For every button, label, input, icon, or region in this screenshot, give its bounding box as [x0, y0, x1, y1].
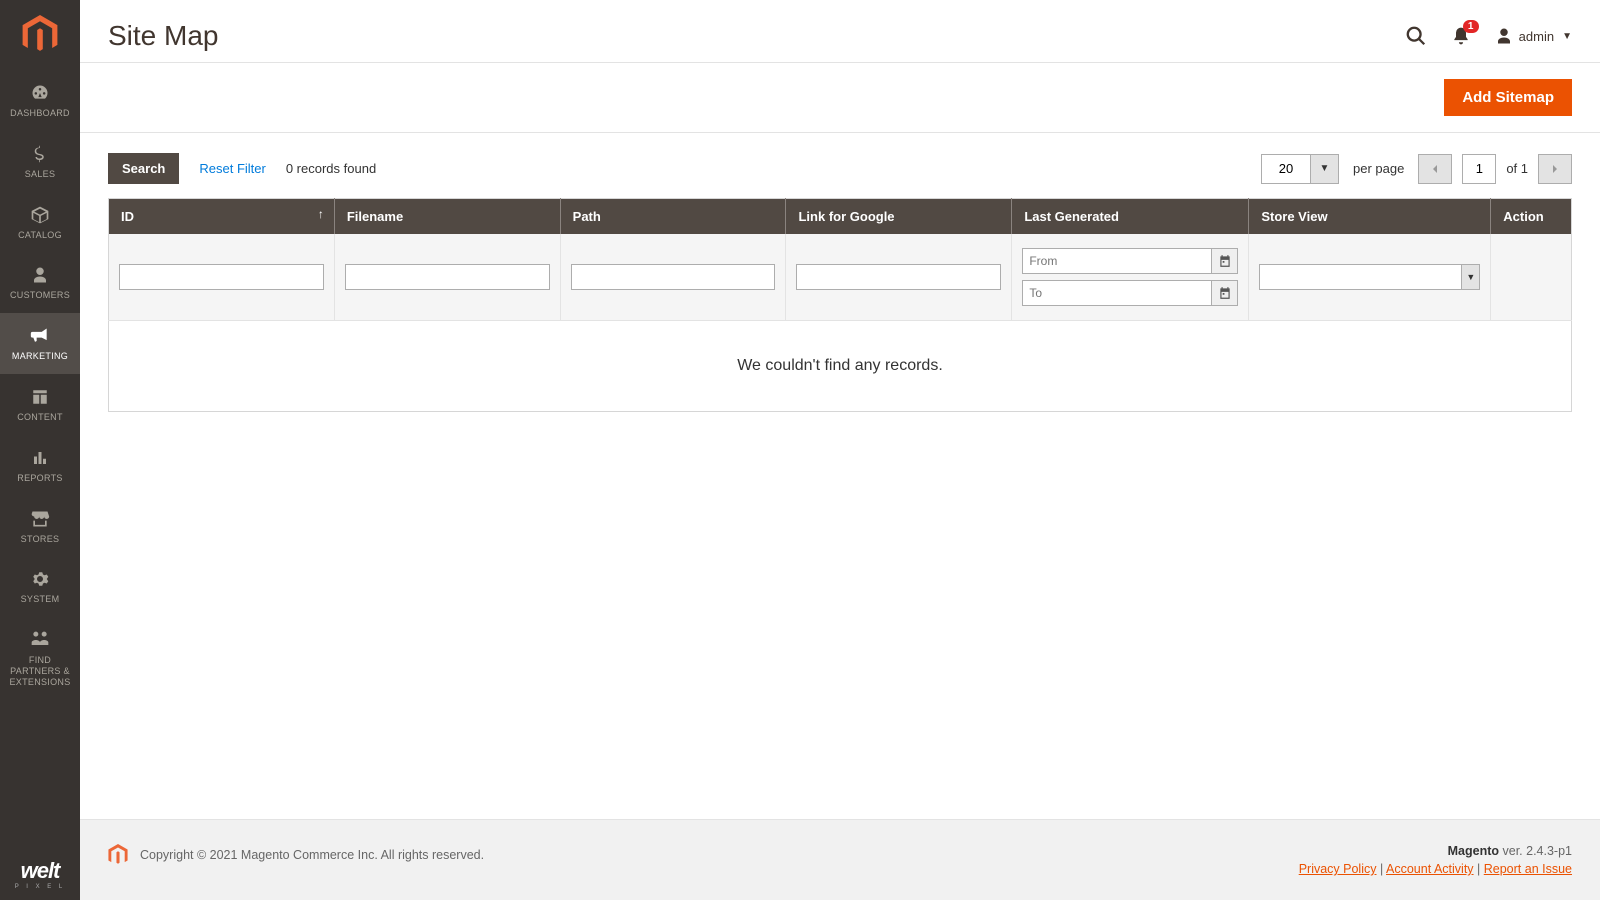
notifications-button[interactable]: 1 — [1451, 26, 1471, 46]
nav-label: Content — [17, 412, 63, 423]
filter-date-from[interactable] — [1022, 248, 1212, 274]
col-id[interactable]: ID↑ — [109, 199, 335, 235]
add-sitemap-button[interactable]: Add Sitemap — [1444, 79, 1572, 116]
nav-customers[interactable]: Customers — [0, 252, 80, 313]
per-page-selector: ▼ — [1261, 154, 1339, 184]
copyright-text: Copyright © 2021 Magento Commerce Inc. A… — [140, 848, 484, 862]
reset-filter-link[interactable]: Reset Filter — [199, 161, 265, 176]
report-link[interactable]: Report an Issue — [1484, 862, 1572, 876]
per-page-input[interactable] — [1262, 155, 1310, 183]
nav-system[interactable]: System — [0, 556, 80, 617]
dollar-icon — [31, 143, 49, 165]
nav-reports[interactable]: Reports — [0, 435, 80, 496]
pager: of 1 — [1418, 154, 1572, 184]
user-menu[interactable]: admin ▼ — [1495, 27, 1572, 45]
empty-message: We couldn't find any records. — [109, 321, 1572, 412]
filter-row: ▼ — [109, 234, 1572, 321]
col-action: Action — [1491, 199, 1572, 235]
partners-icon — [30, 629, 50, 651]
prev-page-button[interactable] — [1418, 154, 1452, 184]
search-icon[interactable] — [1405, 25, 1427, 47]
megaphone-icon — [30, 325, 50, 347]
nav-stores[interactable]: Stores — [0, 496, 80, 557]
nav-sales[interactable]: Sales — [0, 131, 80, 192]
page-of-label: of 1 — [1506, 161, 1528, 176]
magento-logo[interactable] — [0, 0, 80, 70]
grid-controls: Search Reset Filter 0 records found ▼ pe… — [108, 153, 1572, 184]
privacy-link[interactable]: Privacy Policy — [1299, 862, 1377, 876]
chart-icon — [31, 447, 49, 469]
nav-label: System — [21, 594, 60, 605]
welt-pixel-logo[interactable]: welt P I X E L — [0, 848, 80, 900]
per-page-label: per page — [1353, 161, 1404, 176]
username: admin — [1519, 29, 1554, 44]
next-page-button[interactable] — [1538, 154, 1572, 184]
filter-path[interactable] — [571, 264, 776, 290]
filter-store-view[interactable]: ▼ — [1259, 264, 1480, 290]
nav-content[interactable]: Content — [0, 374, 80, 435]
person-icon — [31, 264, 49, 286]
gear-icon — [31, 568, 49, 590]
nav-label: Catalog — [18, 230, 62, 241]
nav-catalog[interactable]: Catalog — [0, 192, 80, 253]
caret-down-icon[interactable]: ▼ — [1462, 264, 1480, 290]
col-path[interactable]: Path — [560, 199, 786, 235]
nav-label: Stores — [21, 534, 60, 545]
magento-logo-icon — [108, 844, 128, 866]
filter-filename[interactable] — [345, 264, 550, 290]
nav-label: Reports — [17, 473, 62, 484]
page-header: Site Map 1 admin ▼ — [80, 0, 1600, 62]
nav-dashboard[interactable]: Dashboard — [0, 70, 80, 131]
sidebar: Dashboard Sales Catalog Customers Market… — [0, 0, 80, 900]
page-title: Site Map — [108, 20, 219, 52]
nav-label: Customers — [10, 290, 70, 301]
calendar-icon[interactable] — [1212, 280, 1238, 306]
user-icon — [1495, 27, 1513, 45]
filter-link[interactable] — [796, 264, 1001, 290]
version-text: Magento ver. 2.4.3-p1 — [1299, 844, 1572, 858]
box-icon — [30, 204, 50, 226]
caret-down-icon: ▼ — [1562, 31, 1572, 42]
activity-link[interactable]: Account Activity — [1386, 862, 1474, 876]
nav-label: Find Partners & Extensions — [4, 655, 76, 687]
search-button[interactable]: Search — [108, 153, 179, 184]
col-filename[interactable]: Filename — [334, 199, 560, 235]
col-store-view[interactable]: Store View — [1249, 199, 1491, 235]
col-link[interactable]: Link for Google — [786, 199, 1012, 235]
layout-icon — [31, 386, 49, 408]
nav-label: Marketing — [12, 351, 68, 362]
calendar-icon[interactable] — [1212, 248, 1238, 274]
page-input[interactable] — [1462, 154, 1496, 184]
page-footer: Copyright © 2021 Magento Commerce Inc. A… — [80, 819, 1600, 900]
col-last-generated[interactable]: Last Generated — [1012, 199, 1249, 235]
nav-marketing[interactable]: Marketing — [0, 313, 80, 374]
notification-badge: 1 — [1463, 20, 1479, 33]
records-count: 0 records found — [286, 161, 376, 176]
filter-id[interactable] — [119, 264, 324, 290]
store-icon — [30, 508, 50, 530]
sort-asc-icon: ↑ — [318, 207, 324, 221]
sitemap-grid: ID↑ Filename Path Link for Google Last G… — [108, 198, 1572, 412]
nav-partners[interactable]: Find Partners & Extensions — [0, 617, 80, 699]
nav-label: Sales — [25, 169, 56, 180]
gauge-icon — [30, 82, 50, 104]
filter-date-to[interactable] — [1022, 280, 1212, 306]
magento-logo-icon — [22, 15, 58, 55]
per-page-dropdown[interactable]: ▼ — [1310, 155, 1338, 183]
action-toolbar: Add Sitemap — [80, 62, 1600, 133]
nav-label: Dashboard — [10, 108, 70, 119]
